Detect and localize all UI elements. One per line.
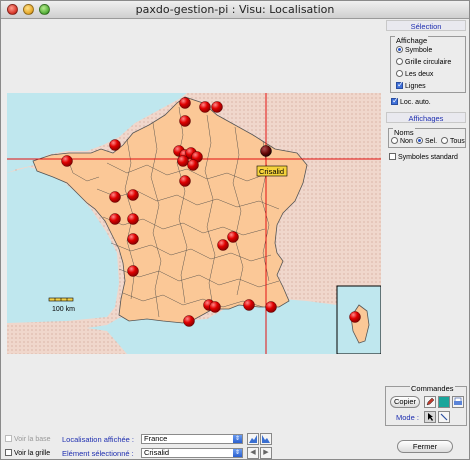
- radio-noms-tous[interactable]: [441, 137, 448, 144]
- scale-bar: 100 km: [48, 297, 75, 313]
- map-marker[interactable]: [243, 299, 255, 311]
- affichages-panel: Affichages Noms Non Sel. Tous Symboles s…: [386, 112, 466, 172]
- element-label: Elément sélectionné :: [62, 449, 134, 458]
- commandes-group: Commandes Copier Mode :: [385, 384, 467, 426]
- localisation-dropdown-arrow-icon[interactable]: ⇕: [233, 435, 242, 443]
- voir-grille-check[interactable]: [5, 449, 12, 456]
- radio-symbole[interactable]: [396, 46, 403, 53]
- option-noms-non[interactable]: Non: [391, 137, 413, 146]
- map-marker[interactable]: [209, 301, 221, 313]
- affichage-title: Affichage: [395, 36, 429, 45]
- map-canvas[interactable]: 100 km Crisalid: [7, 93, 381, 354]
- map-marker[interactable]: [109, 139, 121, 151]
- map-marker[interactable]: [109, 191, 121, 203]
- map-marker[interactable]: [127, 213, 139, 225]
- option-noms-sel[interactable]: Sel.: [416, 137, 437, 146]
- loc-auto-check[interactable]: [391, 96, 399, 105]
- affichage-group: Affichage Symbole Grille circulaire Les …: [390, 36, 466, 93]
- app-window: paxdo-gestion-pi : Visu: Localisation 10…: [0, 0, 470, 460]
- selection-panel: Sélection Affichage Symbole Grille circu…: [386, 20, 466, 110]
- map-marker[interactable]: [127, 265, 139, 277]
- localisation-select[interactable]: France ⇕: [141, 434, 243, 444]
- symboles-standard-checkbox[interactable]: Symboles standard: [389, 153, 458, 162]
- noms-title: Noms: [393, 128, 415, 137]
- map-marker[interactable]: [127, 233, 139, 245]
- option-symbole[interactable]: Symbole: [396, 46, 432, 55]
- affichages-header: Affichages: [386, 112, 466, 123]
- mode-pointer-icon[interactable]: [424, 411, 436, 423]
- radio-noms-non[interactable]: [391, 137, 398, 144]
- loc-auto-checkbox[interactable]: Loc. auto.: [391, 96, 431, 107]
- svg-text:100 km: 100 km: [52, 306, 75, 313]
- option-les-deux[interactable]: Les deux: [396, 70, 433, 79]
- selected-marker-label: Crisalid: [256, 165, 288, 177]
- map-marker[interactable]: [179, 175, 191, 187]
- voir-base-checkbox: Voir la base: [5, 435, 51, 444]
- voir-base-check: [5, 435, 12, 442]
- map-marker[interactable]: [127, 189, 139, 201]
- radio-grille-circulaire[interactable]: [396, 58, 403, 65]
- copier-button[interactable]: Copier: [390, 396, 420, 408]
- map-marker[interactable]: [211, 101, 223, 113]
- voir-grille-checkbox[interactable]: Voir la grille: [5, 449, 50, 458]
- edit-icon[interactable]: [424, 396, 436, 408]
- localisation-label: Localisation affichée :: [62, 435, 134, 444]
- map-marker[interactable]: [265, 301, 277, 313]
- map-marker[interactable]: [217, 239, 229, 251]
- title-bar: paxdo-gestion-pi : Visu: Localisation: [1, 1, 469, 19]
- noms-group: Noms Non Sel. Tous: [388, 128, 466, 148]
- window-title: paxdo-gestion-pi : Visu: Localisation: [135, 3, 335, 16]
- print-icon[interactable]: [452, 396, 464, 408]
- prev-element-icon[interactable]: ◀: [247, 447, 259, 459]
- lignes-checkbox[interactable]: Lignes: [396, 80, 426, 91]
- mode-zoom-icon[interactable]: [438, 411, 450, 423]
- element-dropdown-arrow-icon[interactable]: ⇕: [233, 449, 242, 457]
- option-grille-circulaire[interactable]: Grille circulaire: [396, 58, 451, 67]
- map-marker[interactable]: [179, 115, 191, 127]
- element-select[interactable]: Crisalid ⇕: [141, 448, 243, 458]
- map-marker[interactable]: [349, 311, 361, 323]
- map-marker[interactable]: [227, 231, 239, 243]
- chart-down-icon[interactable]: [260, 433, 272, 445]
- mode-label: Mode :: [396, 413, 419, 422]
- radio-noms-sel[interactable]: [416, 137, 423, 144]
- map-marker[interactable]: [61, 155, 73, 167]
- chart-up-icon[interactable]: [247, 433, 259, 445]
- radio-les-deux[interactable]: [396, 70, 403, 77]
- selection-header: Sélection: [386, 20, 466, 31]
- map-marker[interactable]: [177, 155, 189, 167]
- map-marker[interactable]: [179, 97, 191, 109]
- lignes-check[interactable]: [396, 80, 404, 89]
- map-marker[interactable]: [187, 159, 199, 171]
- map-marker-selected[interactable]: [260, 145, 272, 157]
- symboles-standard-check[interactable]: [389, 153, 396, 160]
- map-view[interactable]: 100 km Crisalid: [7, 93, 381, 354]
- color-icon[interactable]: [438, 396, 450, 408]
- next-element-icon[interactable]: ▶: [260, 447, 272, 459]
- fermer-button[interactable]: Fermer: [397, 440, 453, 453]
- map-marker[interactable]: [199, 101, 211, 113]
- option-noms-tous[interactable]: Tous: [441, 137, 465, 146]
- map-marker[interactable]: [109, 213, 121, 225]
- svg-text:Crisalid: Crisalid: [259, 167, 284, 176]
- commandes-header: Commandes: [410, 384, 455, 393]
- map-marker[interactable]: [183, 315, 195, 327]
